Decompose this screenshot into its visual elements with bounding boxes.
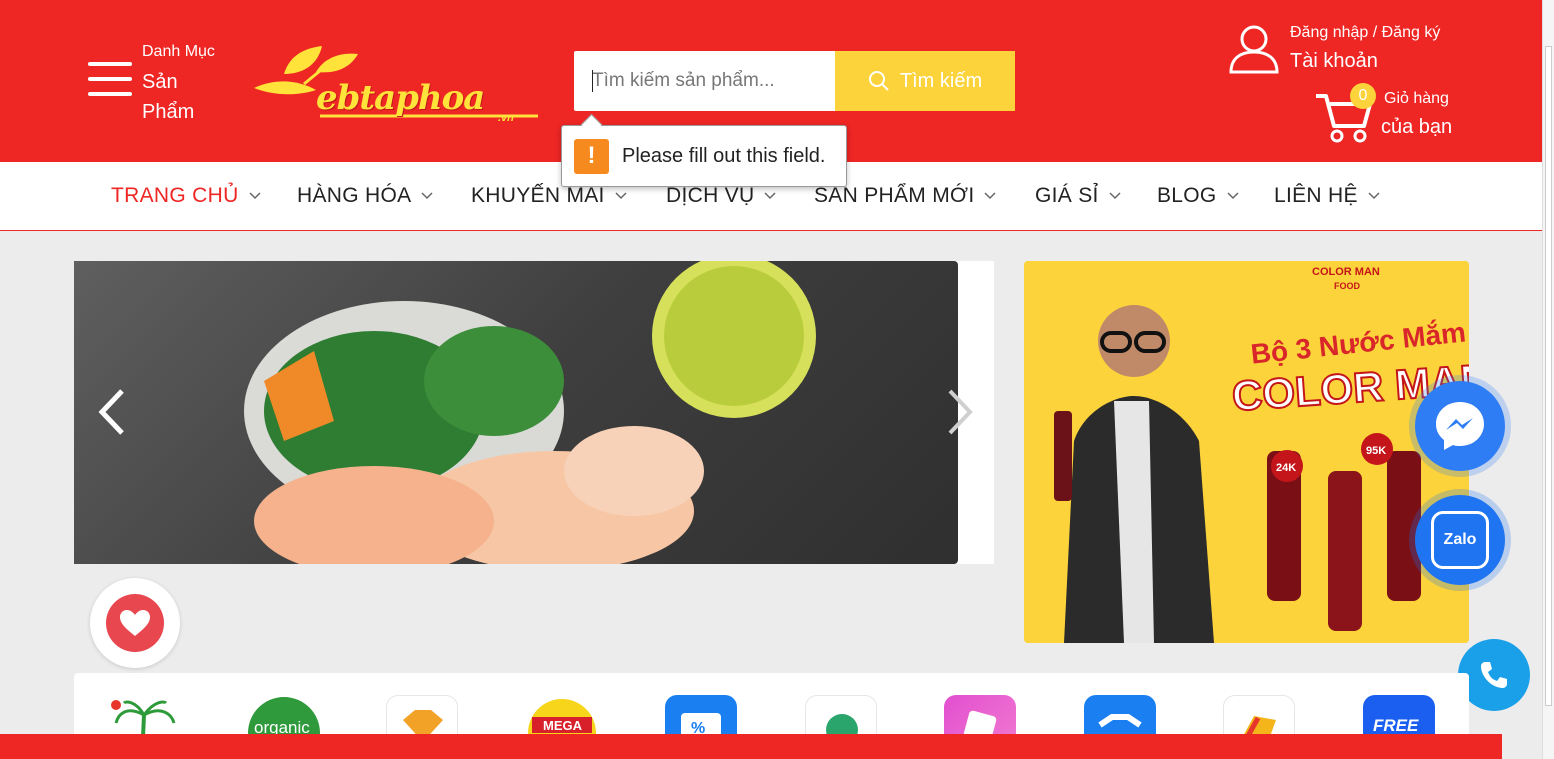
- nav-item-label: SẢN PHẨM MỚI: [814, 184, 975, 207]
- svg-text:24K: 24K: [1276, 462, 1296, 474]
- hero-slider: [74, 261, 994, 564]
- nav-item-label: BLOG: [1157, 184, 1217, 207]
- cart-big-label: của bạn: [1381, 116, 1453, 138]
- messenger-icon: [1436, 402, 1484, 450]
- promo-banner[interactable]: COLOR MAN FOOD Bộ 3 Nước Mắm COLOR MAN 2…: [1024, 261, 1469, 643]
- phone-icon: [1481, 662, 1507, 688]
- zalo-button[interactable]: Zalo: [1415, 495, 1505, 585]
- hamburger-icon: [88, 62, 132, 100]
- search-button-label: Tìm kiếm: [899, 69, 983, 92]
- chevron-down-icon: [421, 192, 433, 200]
- category-menu-small-label: Danh Mục: [142, 43, 215, 60]
- account-link[interactable]: Đăng nhập / Đăng ký Tài khoản: [1228, 22, 1468, 78]
- search-button[interactable]: Tìm kiếm: [835, 51, 1015, 111]
- svg-text:FREE: FREE: [1373, 716, 1419, 735]
- nav-item-contact[interactable]: LIÊN HỆ: [1274, 184, 1380, 208]
- nav-item-label: HÀNG HÓA: [297, 184, 412, 207]
- logo-domain: .vn: [498, 112, 514, 124]
- chevron-down-icon: [249, 192, 261, 200]
- nav-item-wholesale[interactable]: GIÁ SỈ: [1035, 184, 1121, 208]
- scrollbar-thumb[interactable]: [1545, 46, 1552, 706]
- svg-text:FOOD: FOOD: [1334, 281, 1360, 291]
- nav-item-new-products[interactable]: SẢN PHẨM MỚI: [814, 184, 996, 208]
- favorite-button[interactable]: [90, 578, 180, 668]
- nav-item-label: KHUYẾN MÃI: [471, 184, 605, 207]
- chevron-down-icon: [764, 192, 776, 200]
- svg-text:95K: 95K: [1366, 445, 1386, 457]
- nav-item-promotions[interactable]: KHUYẾN MÃI: [471, 184, 627, 208]
- validation-message: Please fill out this field.: [622, 144, 826, 167]
- nav-item-label: GIÁ SỈ: [1035, 184, 1099, 207]
- account-login-label: Đăng nhập / Đăng ký: [1290, 24, 1441, 41]
- zalo-icon: Zalo: [1431, 511, 1489, 569]
- search-bar: Tìm kiếm: [574, 51, 1015, 111]
- chevron-down-icon: [1368, 192, 1380, 200]
- text-caret: [592, 70, 593, 92]
- nav-item-products[interactable]: HÀNG HÓA: [297, 184, 433, 208]
- cart-link[interactable]: 0 Giỏ hàng của bạn: [1314, 83, 1474, 144]
- cart-count-badge: 0: [1350, 83, 1376, 109]
- warning-icon: !: [574, 138, 609, 174]
- nav-item-label: DỊCH VỤ: [666, 184, 755, 207]
- nav-item-label: TRANG CHỦ: [111, 184, 239, 207]
- slider-next-button[interactable]: [940, 387, 980, 437]
- chevron-left-icon: [98, 389, 124, 435]
- cart-small-label: Giỏ hàng: [1384, 90, 1449, 107]
- chevron-down-icon: [1227, 192, 1239, 200]
- category-menu-button[interactable]: Danh Mục Sản Phẩm: [86, 40, 226, 124]
- site-logo[interactable]: ebtaphoa .vn: [246, 44, 546, 124]
- zalo-icon-label: Zalo: [1443, 531, 1477, 548]
- category-menu-big-label: Sản Phẩm: [142, 71, 195, 123]
- nav-item-blog[interactable]: BLOG: [1157, 184, 1239, 208]
- chevron-down-icon: [984, 192, 996, 200]
- chevron-right-icon: [948, 389, 973, 435]
- chevron-down-icon: [1109, 192, 1121, 200]
- nav-item-label: LIÊN HỆ: [1274, 184, 1358, 207]
- svg-text:MEGA: MEGA: [543, 718, 583, 733]
- heart-icon: [106, 594, 164, 652]
- account-label: Tài khoản: [1290, 50, 1378, 72]
- bottom-red-bar: [0, 734, 1502, 759]
- slider-prev-button[interactable]: [92, 387, 132, 437]
- search-icon: [868, 71, 889, 91]
- spring-rolls-image: [74, 261, 958, 564]
- nav-item-services[interactable]: DỊCH VỤ: [666, 184, 776, 208]
- svg-text:COLOR MAN: COLOR MAN: [1312, 266, 1380, 278]
- messenger-button[interactable]: [1415, 381, 1505, 471]
- search-input[interactable]: [574, 51, 835, 111]
- user-icon: [1229, 25, 1279, 74]
- promo-banner-art: COLOR MAN FOOD Bộ 3 Nước Mắm COLOR MAN 2…: [1024, 261, 1469, 643]
- page-scrollbar[interactable]: [1542, 0, 1554, 759]
- logo-wordmark: ebtaphoa: [316, 78, 485, 118]
- validation-tooltip: ! Please fill out this field.: [561, 125, 847, 187]
- chevron-down-icon: [615, 192, 627, 200]
- nav-item-home[interactable]: TRANG CHỦ: [111, 184, 261, 208]
